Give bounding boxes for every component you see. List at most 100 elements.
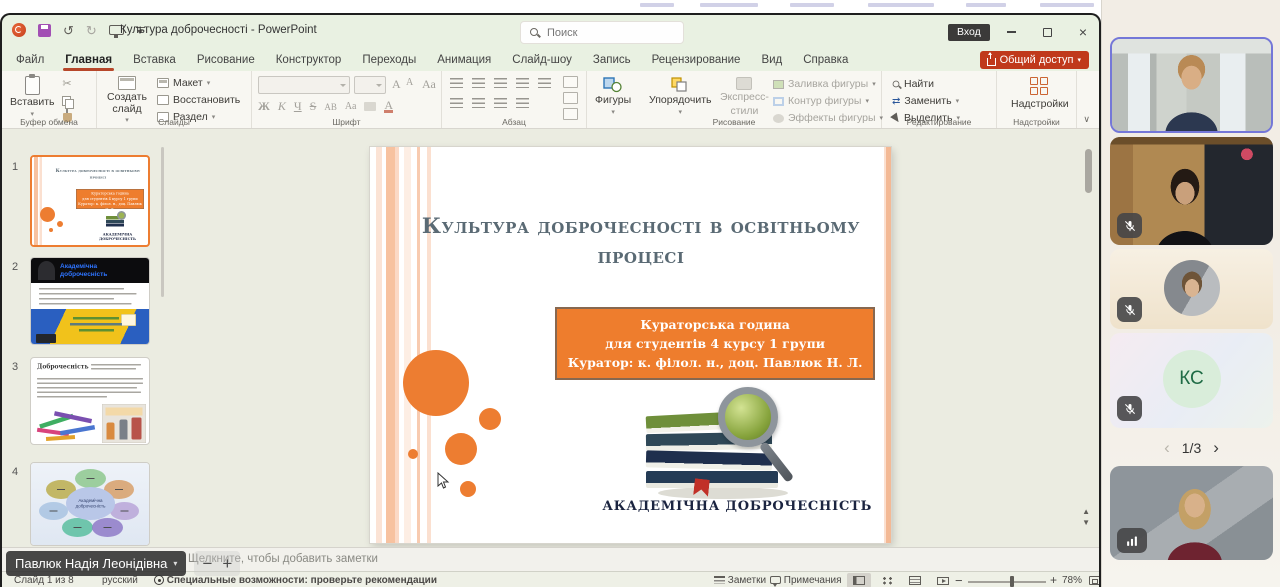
search-box[interactable] (520, 21, 684, 44)
align-right-icon[interactable] (494, 98, 507, 108)
arrange-button[interactable]: Упорядочить ▾ (649, 77, 711, 116)
numbering-icon[interactable] (472, 78, 485, 88)
tab-home[interactable]: Главная (65, 54, 112, 66)
previous-slide-button[interactable]: ▲ (1082, 508, 1090, 516)
replace-button[interactable]: ⇄Заменить▾ (892, 95, 960, 107)
participant-video-tile-active-speaker[interactable] (1110, 37, 1273, 133)
normal-view-button[interactable] (847, 573, 871, 587)
save-icon[interactable] (38, 24, 51, 37)
redo-icon[interactable]: ↻ (86, 24, 97, 37)
tab-review[interactable]: Рецензирование (652, 54, 741, 66)
share-zoom-in-button[interactable]: + (222, 554, 232, 574)
line-spacing-icon[interactable] (538, 78, 551, 88)
participant-video-tile[interactable] (1110, 137, 1273, 245)
signin-button[interactable]: Вход (948, 24, 990, 41)
maximize-button[interactable] (1040, 25, 1054, 39)
accessibility-status[interactable]: Специальные возможности: проверьте реком… (154, 575, 437, 586)
search-input[interactable] (547, 22, 677, 43)
tab-insert[interactable]: Вставка (133, 54, 176, 66)
slide-thumbnail-3[interactable]: Доброчесність (30, 357, 150, 445)
previous-page-icon[interactable]: ‹ (1164, 438, 1170, 458)
align-left-icon[interactable] (450, 98, 463, 108)
undo-icon[interactable]: ↺ (63, 24, 74, 37)
share-zoom-controls: − + (194, 551, 240, 576)
share-zoom-out-button[interactable]: − (202, 554, 212, 574)
strikethrough-icon[interactable]: S (310, 99, 317, 114)
addins-button[interactable]: Надстройки (1011, 77, 1069, 111)
find-button[interactable]: Найти (892, 78, 960, 90)
notes-toggle[interactable]: Заметки (714, 575, 766, 586)
change-case-icon[interactable]: Аа (345, 101, 357, 112)
layout-button[interactable]: Макет▾ (157, 77, 240, 89)
next-page-icon[interactable]: › (1213, 438, 1219, 458)
minimize-button[interactable] (1004, 25, 1018, 39)
shapes-button[interactable]: Фигуры ▾ (595, 77, 631, 116)
increase-indent-icon[interactable] (516, 78, 529, 88)
tab-slideshow[interactable]: Слайд-шоу (512, 54, 572, 66)
tab-record[interactable]: Запись (593, 54, 631, 66)
justify-icon[interactable] (516, 98, 529, 108)
paste-button[interactable]: Вставить ▾ (10, 76, 55, 118)
slide-thumbnail-4[interactable]: Академічна доброчесність (30, 462, 150, 546)
tab-design[interactable]: Конструктор (276, 54, 342, 66)
bold-icon[interactable]: Ж (258, 99, 270, 114)
slide-thumbnail-1[interactable]: Культура доброчесності в освітньому проц… (30, 155, 150, 247)
italic-icon[interactable]: К (278, 99, 286, 114)
zoom-percent[interactable]: 78% (1062, 575, 1082, 586)
zoom-in-button[interactable]: + (1050, 573, 1057, 587)
clear-format-icon[interactable]: Аа (422, 77, 436, 92)
cut-icon[interactable]: ✂ (62, 77, 71, 90)
slide-subtitle-box[interactable]: Кураторська година для студентів 4 курсу… (555, 307, 875, 380)
share-button[interactable]: Общий доступ ▾ (980, 51, 1089, 69)
language-indicator[interactable]: русский (102, 575, 138, 586)
participant-video-tile[interactable] (1110, 466, 1273, 560)
tab-draw[interactable]: Рисование (197, 54, 255, 66)
collapse-ribbon-icon[interactable]: ∨ (1083, 114, 1090, 125)
zoom-out-button[interactable]: − (955, 573, 963, 587)
slide-thumbnail-2[interactable]: Академічна доброчесність (30, 257, 150, 345)
powerpoint-logo-icon[interactable] (12, 23, 26, 37)
workspace: 1 Культура доброчесності в освітньому пр… (2, 129, 1099, 547)
slide-counter[interactable]: Слайд 1 из 8 (14, 575, 74, 586)
ribbon: Вставить ▾ ✂ Буфер обмена Создать слайд … (2, 71, 1099, 129)
thumbnail-number: 3 (12, 361, 18, 373)
next-slide-button[interactable]: ▼ (1082, 519, 1090, 527)
thumbnail-scrollbar[interactable] (161, 147, 164, 297)
presenter-name-pill[interactable]: Павлюк Надія Леонідівна ▾ (6, 551, 186, 576)
slide-sorter-view-button[interactable] (875, 573, 899, 587)
decor-circle (460, 481, 476, 497)
tab-view[interactable]: Вид (761, 54, 782, 66)
fit-to-window-button[interactable] (1082, 573, 1101, 587)
slideshow-view-button[interactable] (931, 573, 955, 587)
participant-avatar-tile[interactable] (1110, 249, 1273, 329)
align-text-icon[interactable] (563, 92, 578, 104)
comments-toggle[interactable]: Примечания (770, 575, 842, 586)
decrease-font-icon[interactable]: А (406, 77, 413, 88)
slide-caption[interactable]: АКАДЕМІЧНА ДОБРОЧЕСНІСТЬ (589, 499, 886, 514)
font-name-combo[interactable] (258, 76, 350, 94)
tab-file[interactable]: Файл (16, 54, 44, 66)
text-direction-icon[interactable] (563, 76, 578, 88)
highlight-icon[interactable] (364, 102, 376, 111)
reading-view-button[interactable] (903, 573, 927, 587)
align-center-icon[interactable] (472, 98, 485, 108)
copy-icon[interactable] (62, 96, 72, 107)
zoom-slider-thumb[interactable] (1010, 576, 1014, 587)
participant-initials-tile[interactable]: КС (1110, 333, 1273, 428)
close-button[interactable]: × (1076, 25, 1090, 39)
bullets-icon[interactable] (450, 78, 463, 88)
char-spacing-icon[interactable]: АВ (324, 102, 337, 112)
underline-icon[interactable]: Ч (294, 99, 302, 114)
tab-animations[interactable]: Анимация (437, 54, 491, 66)
font-size-combo[interactable] (354, 76, 386, 94)
decrease-indent-icon[interactable] (494, 78, 507, 88)
zoom-slider[interactable] (968, 581, 1046, 583)
font-color-icon[interactable]: А (384, 100, 393, 114)
tab-help[interactable]: Справка (803, 54, 848, 66)
reset-button[interactable]: Восстановить (157, 94, 240, 106)
increase-font-icon[interactable]: А (392, 77, 401, 92)
scrollbar-thumb[interactable] (1085, 149, 1092, 193)
tab-transitions[interactable]: Переходы (362, 54, 416, 66)
slide-title[interactable]: Культура доброчесності в освітньому проц… (417, 211, 865, 272)
document-scrollbar[interactable]: ▲ ▼ (1085, 143, 1093, 529)
